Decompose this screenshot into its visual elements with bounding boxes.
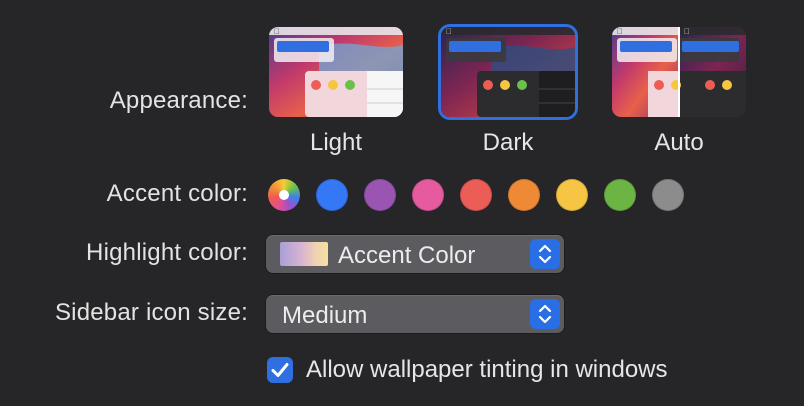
highlight-color-value: Accent Color — [338, 242, 476, 269]
highlight-color-popup[interactable]: Accent Color — [266, 235, 564, 273]
appearance-auto-label: Auto — [654, 129, 704, 156]
appearance-dark-label: Dark — [482, 129, 534, 156]
accent-swatch-blue[interactable] — [316, 179, 348, 211]
appearance-dark-thumbnail[interactable]:  — [441, 27, 575, 117]
appearance-auto-thumbnail[interactable]:   — [612, 27, 746, 117]
accent-swatch-green[interactable] — [604, 179, 636, 211]
accent-swatch-graphite[interactable] — [652, 179, 684, 211]
accent-swatch-multicolor[interactable] — [268, 179, 300, 211]
accent-swatch-red[interactable] — [460, 179, 492, 211]
sidebar-icon-size-popup[interactable]: Medium — [266, 295, 564, 333]
accent-color-label: Accent color: — [106, 180, 248, 207]
chevron-up-down-icon — [530, 239, 560, 269]
general-preferences-pane: Appearance:  — [0, 0, 804, 406]
appearance-light-thumbnail[interactable]:  — [269, 27, 403, 117]
svg-text::  — [446, 27, 452, 36]
svg-text::  — [684, 27, 690, 36]
wallpaper-tinting-checkbox[interactable] — [267, 357, 293, 383]
sidebar-icon-size-label: Sidebar icon size: — [54, 299, 248, 326]
sidebar-icon-size-value: Medium — [282, 302, 368, 329]
appearance-label: Appearance: — [109, 87, 248, 114]
svg-text::  — [617, 27, 623, 36]
appearance-light-label: Light — [309, 129, 363, 156]
highlight-color-preview — [280, 242, 328, 266]
accent-swatch-pink[interactable] — [412, 179, 444, 211]
highlight-color-label: Highlight color: — [86, 239, 248, 266]
chevron-up-down-icon — [530, 299, 560, 329]
accent-swatch-purple[interactable] — [364, 179, 396, 211]
checkmark-icon — [271, 363, 289, 377]
accent-swatch-orange[interactable] — [508, 179, 540, 211]
accent-swatch-yellow[interactable] — [556, 179, 588, 211]
wallpaper-tinting-label: Allow wallpaper tinting in windows — [306, 356, 668, 383]
svg-text::  — [274, 27, 280, 36]
